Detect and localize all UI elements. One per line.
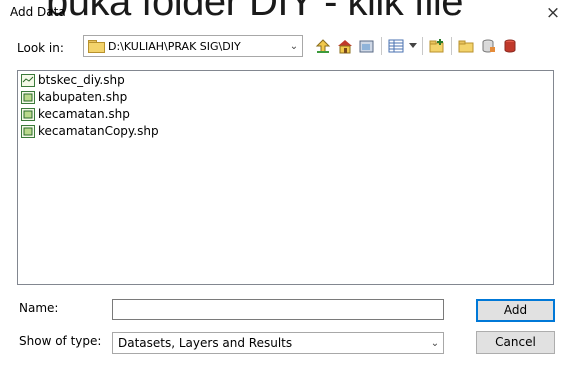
file-name: kecamatanCopy.shp (38, 124, 159, 138)
geodatabase-icon[interactable] (499, 35, 521, 57)
toolbar (312, 35, 521, 57)
line-shapefile-icon (21, 73, 35, 87)
connect-folder-icon[interactable] (455, 35, 477, 57)
list-item[interactable]: btskec_diy.shp (18, 72, 553, 88)
new-folder-icon[interactable] (426, 35, 448, 57)
file-name: btskec_diy.shp (38, 73, 125, 87)
look-in-dropdown[interactable]: D:\KULIAH\PRAK SIG\DIY ⌄ (83, 35, 303, 57)
up-one-level-icon[interactable] (312, 35, 334, 57)
look-in-label: Look in: (17, 41, 64, 55)
file-name: kecamatan.shp (38, 107, 130, 121)
show-of-type-value: Datasets, Layers and Results (118, 336, 293, 350)
chevron-down-icon[interactable]: ⌄ (427, 338, 443, 349)
list-item[interactable]: kabupaten.shp (18, 89, 553, 105)
file-name: kabupaten.shp (38, 90, 128, 104)
close-icon[interactable]: × (544, 4, 562, 22)
chevron-down-icon[interactable]: ⌄ (286, 41, 302, 52)
polygon-shapefile-icon (21, 124, 35, 138)
home-icon[interactable] (334, 35, 356, 57)
cancel-button[interactable]: Cancel (476, 331, 555, 354)
list-item[interactable]: kecamatan.shp (18, 106, 553, 122)
file-list[interactable]: btskec_diy.shp kabupaten.shp kecamatan.s… (17, 70, 554, 285)
polygon-shapefile-icon (21, 90, 35, 104)
show-of-type-dropdown[interactable]: Datasets, Layers and Results ⌄ (112, 332, 444, 354)
show-of-type-label: Show of type: (19, 334, 102, 348)
overlay-caption: buka folder DIY - klik file (46, 0, 464, 24)
polygon-shapefile-icon (21, 107, 35, 121)
look-in-path: D:\KULIAH\PRAK SIG\DIY (108, 39, 241, 53)
folder-icon (88, 40, 105, 53)
dialog-title: Add Data (10, 5, 66, 19)
database-icon[interactable] (477, 35, 499, 57)
catalog-view-icon[interactable] (356, 35, 378, 57)
add-button[interactable]: Add (476, 299, 555, 322)
list-item[interactable]: kecamatanCopy.shp (18, 123, 553, 139)
list-view-icon[interactable] (385, 35, 407, 57)
view-dropdown-icon[interactable] (407, 35, 419, 57)
name-field[interactable] (112, 299, 444, 320)
name-label: Name: (19, 301, 59, 315)
